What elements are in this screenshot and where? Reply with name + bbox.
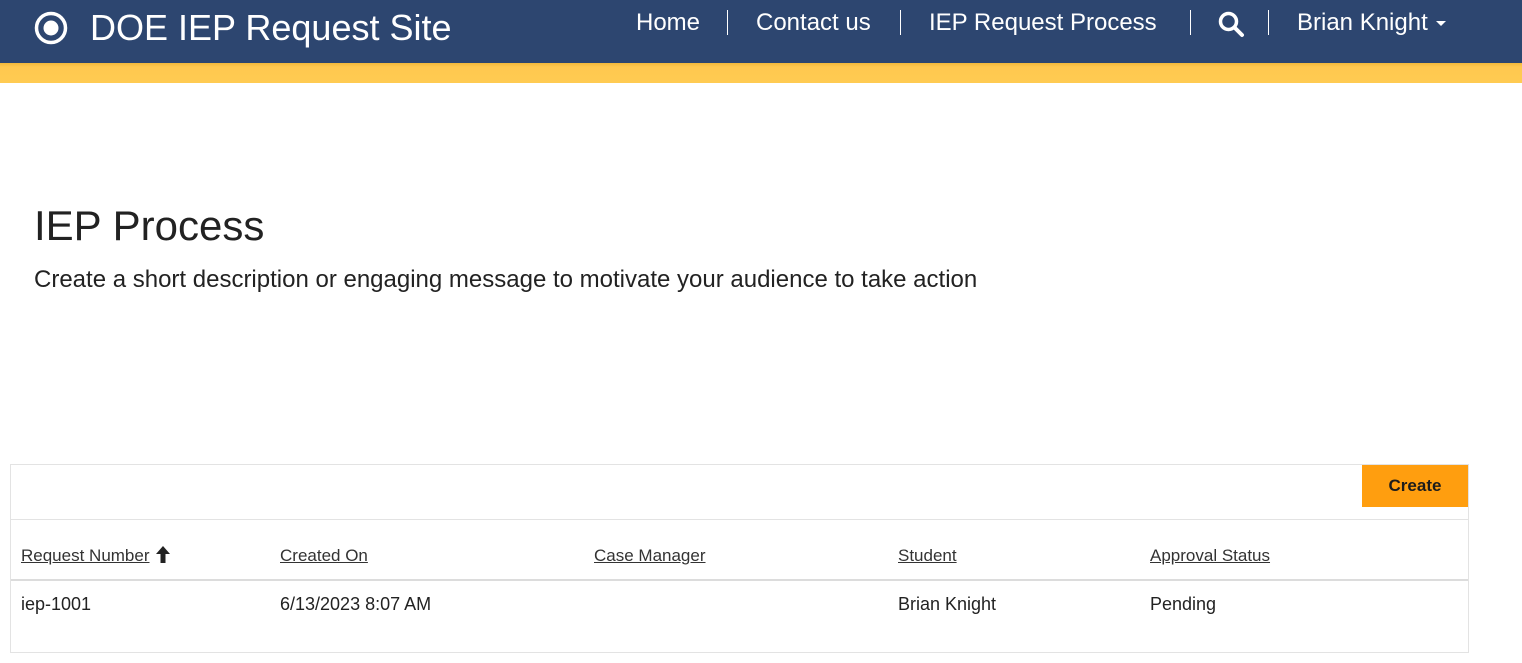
page-subtitle: Create a short description or engaging m… xyxy=(34,266,978,293)
cell-request-number: iep-1001 xyxy=(21,594,92,614)
entity-list: Create Request Number Created On Case Ma… xyxy=(10,464,1469,653)
nav-contact-us[interactable]: Contact us xyxy=(756,8,871,38)
list-toolbar: Create xyxy=(11,465,1468,520)
user-menu[interactable]: Brian Knight xyxy=(1297,8,1446,38)
table-header: Request Number Created On Case Manager S… xyxy=(11,520,1468,581)
column-header-approval-status[interactable]: Approval Status xyxy=(1150,546,1270,566)
table-row[interactable]: iep-1001 6/13/2023 8:07 AM Brian Knight … xyxy=(11,581,1468,635)
sort-ascending-icon xyxy=(155,546,170,563)
column-header-created-on[interactable]: Created On xyxy=(280,546,368,566)
nav-divider xyxy=(1268,10,1269,35)
site-title: DOE IEP Request Site xyxy=(90,7,452,48)
brand-link[interactable]: DOE IEP Request Site xyxy=(34,7,452,48)
cell-student: Brian Knight xyxy=(898,594,997,614)
page-title: IEP Process xyxy=(34,202,265,249)
nav-divider xyxy=(900,10,901,35)
column-header-label: Request Number xyxy=(21,546,150,565)
column-header-case-manager[interactable]: Case Manager xyxy=(594,546,706,566)
nav-divider xyxy=(1190,10,1191,35)
user-name: Brian Knight xyxy=(1297,9,1428,36)
create-button[interactable]: Create xyxy=(1362,465,1468,507)
cell-created-on: 6/13/2023 8:07 AM xyxy=(280,594,432,614)
search-icon[interactable] xyxy=(1217,10,1245,38)
chevron-down-icon xyxy=(1435,21,1446,27)
cell-approval-status: Pending xyxy=(1150,594,1217,614)
nav-iep-request-process[interactable]: IEP Request Process xyxy=(929,8,1157,38)
column-header-student[interactable]: Student xyxy=(898,546,957,566)
nav-home[interactable]: Home xyxy=(636,8,700,38)
nav-divider xyxy=(727,10,728,35)
top-navbar: DOE IEP Request Site Home Contact us IEP… xyxy=(0,0,1522,63)
portal-logo-icon xyxy=(34,11,68,45)
column-header-request-number[interactable]: Request Number xyxy=(21,546,170,566)
accent-bar xyxy=(0,63,1522,83)
